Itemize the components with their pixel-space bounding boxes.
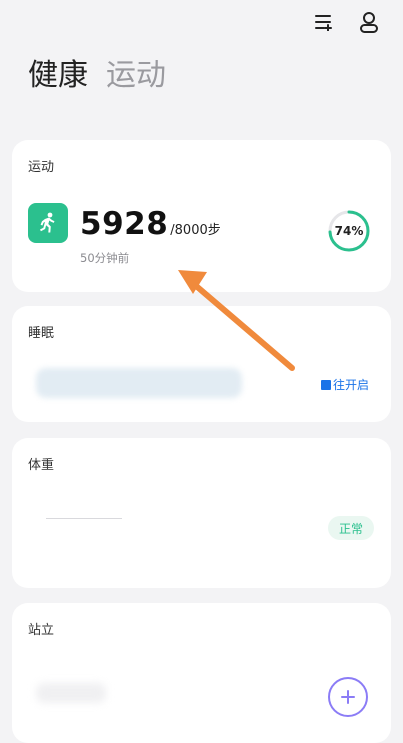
tag-icon <box>321 379 331 390</box>
blurred-content <box>36 368 242 398</box>
sport-card[interactable]: 运动 5928 /8000步 50分钟前 74% <box>12 140 391 292</box>
playlist-add-icon[interactable] <box>312 10 336 34</box>
card-title-weight: 体重 <box>28 458 55 473</box>
stand-card[interactable]: 站立 <box>12 603 391 743</box>
progress-percent: 74% <box>334 224 364 238</box>
card-title-sleep: 睡眠 <box>28 326 55 341</box>
tab-health[interactable]: 健康 <box>28 56 88 96</box>
add-button[interactable] <box>328 677 368 717</box>
status-badge: 正常 <box>328 516 374 540</box>
last-updated: 50分钟前 <box>80 251 130 265</box>
running-person-icon <box>28 203 68 243</box>
sleep-enable-link[interactable]: 往开启 <box>321 376 369 393</box>
tab-sport[interactable]: 运动 <box>106 56 166 96</box>
user-icon[interactable] <box>357 10 381 34</box>
blurred-content <box>36 683 106 703</box>
weight-card[interactable]: 体重 正常 <box>12 438 391 588</box>
sleep-action-label: 往开启 <box>333 378 370 392</box>
sleep-card[interactable]: 睡眠 往开启 <box>12 306 391 422</box>
steps-value: 5928 <box>80 206 169 242</box>
header-tabs: 健康 运动 <box>28 56 166 96</box>
card-title-sport: 运动 <box>28 160 55 175</box>
steps-readout: 5928 /8000步 <box>80 206 221 242</box>
card-title-stand: 站立 <box>28 623 55 638</box>
top-bar <box>0 0 403 44</box>
weight-divider <box>46 518 122 519</box>
plus-icon <box>341 690 355 704</box>
steps-goal: /8000步 <box>170 223 221 238</box>
